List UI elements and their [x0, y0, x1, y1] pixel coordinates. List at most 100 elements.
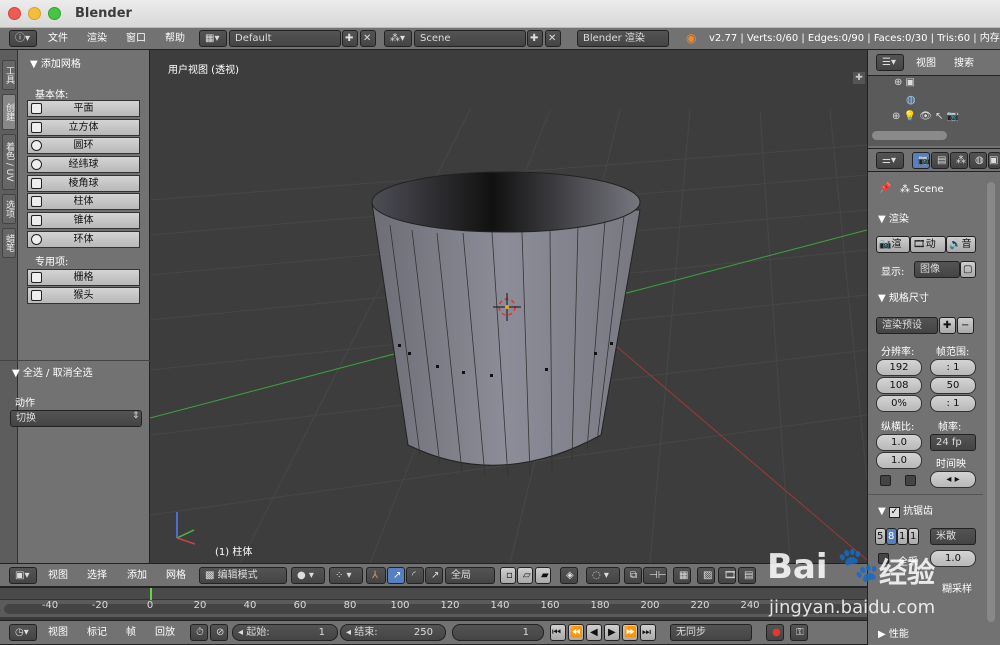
add-cube-button[interactable]: 立方体	[27, 119, 140, 136]
render-context-tab[interactable]: 📷	[912, 152, 930, 169]
menu-view[interactable]: 视图	[48, 567, 68, 584]
play-reverse-button[interactable]: ◀	[586, 624, 602, 641]
menu-file[interactable]: 文件	[48, 30, 68, 47]
add-layout-button[interactable]: ✚	[342, 30, 358, 47]
menu-select[interactable]: 选择	[87, 567, 107, 584]
select-all-operator-title[interactable]: ▼ 全选 / 取消全选	[12, 364, 93, 379]
resolution-y-field[interactable]: 108	[876, 377, 922, 394]
aa-samples-16[interactable]: 1	[908, 528, 919, 545]
outliner-row-camera[interactable]: ⊕ ▣	[894, 77, 915, 88]
tab-create[interactable]: 创建	[2, 94, 16, 130]
timeline-ruler[interactable]: -40 -20 0 20 40 60 80 100 120 140 160 180 200 220 240	[0, 587, 867, 617]
delete-layout-button[interactable]: ✕	[360, 30, 376, 47]
rotate-manipulator-button[interactable]: ◜	[406, 567, 424, 584]
add-scene-button[interactable]: ✚	[527, 30, 543, 47]
tab-shading-uv[interactable]: 着色 / UV	[2, 134, 16, 190]
layout-icon-button[interactable]: ▦▾	[199, 30, 227, 47]
aa-samples-5[interactable]: 5	[875, 528, 886, 545]
add-plane-button[interactable]: 平面	[27, 100, 140, 117]
outliner-scrollbar[interactable]	[872, 131, 947, 140]
editor-type-info-button[interactable]: ⓘ▾	[9, 30, 37, 47]
aa-section-toggle[interactable]: ▼ ✓ 抗锯齿	[878, 502, 933, 518]
aa-samples-11[interactable]: 1	[897, 528, 908, 545]
add-preset-button[interactable]: ✚	[939, 317, 956, 334]
editor-type-properties-button[interactable]: ⚌▾	[876, 152, 904, 169]
display-select[interactable]: 图像	[914, 261, 960, 278]
add-ico-sphere-button[interactable]: 棱角球	[27, 175, 140, 192]
layers-button[interactable]: ▦	[673, 567, 691, 584]
render-preset-select[interactable]: 渲染预设	[876, 317, 938, 334]
timeline-scrub-area[interactable]	[0, 588, 867, 600]
menu-render[interactable]: 渲染	[87, 30, 107, 47]
render-animation-button[interactable]: 🎞动	[910, 236, 946, 253]
frame-end-field[interactable]: 50	[930, 377, 976, 394]
scene-icon-button[interactable]: ⁂▾	[384, 30, 412, 47]
crop-checkbox[interactable]	[905, 475, 916, 486]
editor-type-3dview-button[interactable]: ▣▾	[9, 567, 37, 584]
render-engine-select[interactable]: Blender 渲染	[577, 30, 669, 47]
properties-pin-icon[interactable]: 📌	[879, 183, 891, 194]
menu-frame[interactable]: 帧	[126, 624, 136, 641]
layout-name-field[interactable]: Default	[229, 30, 341, 47]
frame-start-field[interactable]: : 1	[930, 359, 976, 376]
aspect-x-field[interactable]: 1.0	[876, 434, 922, 451]
aspect-y-field[interactable]: 1.0	[876, 452, 922, 469]
vertex-select-mode[interactable]: ▫	[500, 567, 516, 584]
translate-manipulator-button[interactable]: ↗	[387, 567, 405, 584]
dimensions-section-title[interactable]: ▼ 规格尺寸	[878, 289, 929, 304]
time-remap-field[interactable]: ◂ ▸	[930, 471, 976, 488]
3d-viewport[interactable]: 用户视图 (透视) (1) 柱体 ✚	[150, 50, 867, 563]
outliner-row-lamp[interactable]: ⊕ 💡 👁 ↖ 📷	[892, 111, 959, 122]
jump-next-key-button[interactable]: ⏩	[622, 624, 638, 641]
jump-prev-key-button[interactable]: ⏪	[568, 624, 584, 641]
start-frame-field[interactable]: ◂ 起始: 1	[232, 624, 338, 641]
outliner-menu-search[interactable]: 搜索	[954, 55, 974, 72]
render-audio-button[interactable]: 🔊音	[946, 236, 976, 253]
world-context-tab[interactable]: ◍	[969, 152, 987, 169]
border-checkbox[interactable]	[880, 475, 891, 486]
editor-type-timeline-button[interactable]: ◷▾	[9, 624, 37, 641]
menu-playback[interactable]: 回放	[155, 624, 175, 641]
outliner-row-world[interactable]: ◍	[906, 93, 916, 106]
object-context-tab[interactable]: ▣	[988, 152, 1000, 169]
tab-grease-pencil[interactable]: 蜡笔	[2, 228, 16, 258]
resolution-x-field[interactable]: 192	[876, 359, 922, 376]
edge-select-mode[interactable]: ▱	[517, 567, 533, 584]
tab-tools[interactable]: 工具	[2, 60, 16, 90]
render-still-button[interactable]: 📷渲	[876, 236, 910, 253]
jump-start-button[interactable]: ⏮	[550, 624, 566, 641]
outliner-menu-view[interactable]: 视图	[916, 55, 936, 72]
menu-add[interactable]: 添加	[127, 567, 147, 584]
remove-preset-button[interactable]: −	[957, 317, 974, 334]
snap-toggle[interactable]: ⧉	[624, 567, 642, 584]
current-frame-field[interactable]: 1	[452, 624, 544, 641]
add-grid-button[interactable]: 栅格	[27, 269, 140, 286]
add-monkey-button[interactable]: 猴头	[27, 287, 140, 304]
menu-mesh[interactable]: 网格	[166, 567, 186, 584]
add-mesh-panel-title[interactable]: ▼ 添加网格	[30, 55, 81, 70]
aa-samples-8[interactable]: 8	[886, 528, 897, 545]
jump-end-button[interactable]: ⏭	[640, 624, 656, 641]
scene-name-field[interactable]: Scene	[414, 30, 526, 47]
close-window-button[interactable]	[8, 7, 21, 20]
sync-mode-select[interactable]: 无同步	[670, 624, 752, 641]
menu-timeline-view[interactable]: 视图	[48, 624, 68, 641]
play-button[interactable]: ▶	[604, 624, 620, 641]
scale-manipulator-button[interactable]: ↗	[425, 567, 443, 584]
add-cone-button[interactable]: 锥体	[27, 212, 140, 229]
resolution-percent-field[interactable]: 0%	[876, 395, 922, 412]
tab-options[interactable]: 选项	[2, 194, 16, 224]
proportional-edit-select[interactable]: ◌ ▾	[586, 567, 620, 584]
manipulator-toggle[interactable]: ⅄	[366, 567, 386, 584]
aa-checkbox[interactable]: ✓	[888, 507, 900, 518]
render-section-title[interactable]: ▼ 渲染	[878, 210, 909, 225]
shading-select[interactable]: ● ▾	[291, 567, 325, 584]
add-cylinder-button[interactable]: 柱体	[27, 193, 140, 210]
preview-range-toggle[interactable]: ⏱	[190, 624, 208, 641]
opengl-anim-button[interactable]: ▤	[738, 567, 756, 584]
maximize-window-button[interactable]	[48, 7, 61, 20]
menu-marker[interactable]: 标记	[87, 624, 107, 641]
scene-context-tab[interactable]: ⁂	[950, 152, 968, 169]
orientation-select[interactable]: 全局	[445, 567, 495, 584]
lock-range-toggle[interactable]: ⊘	[210, 624, 228, 641]
